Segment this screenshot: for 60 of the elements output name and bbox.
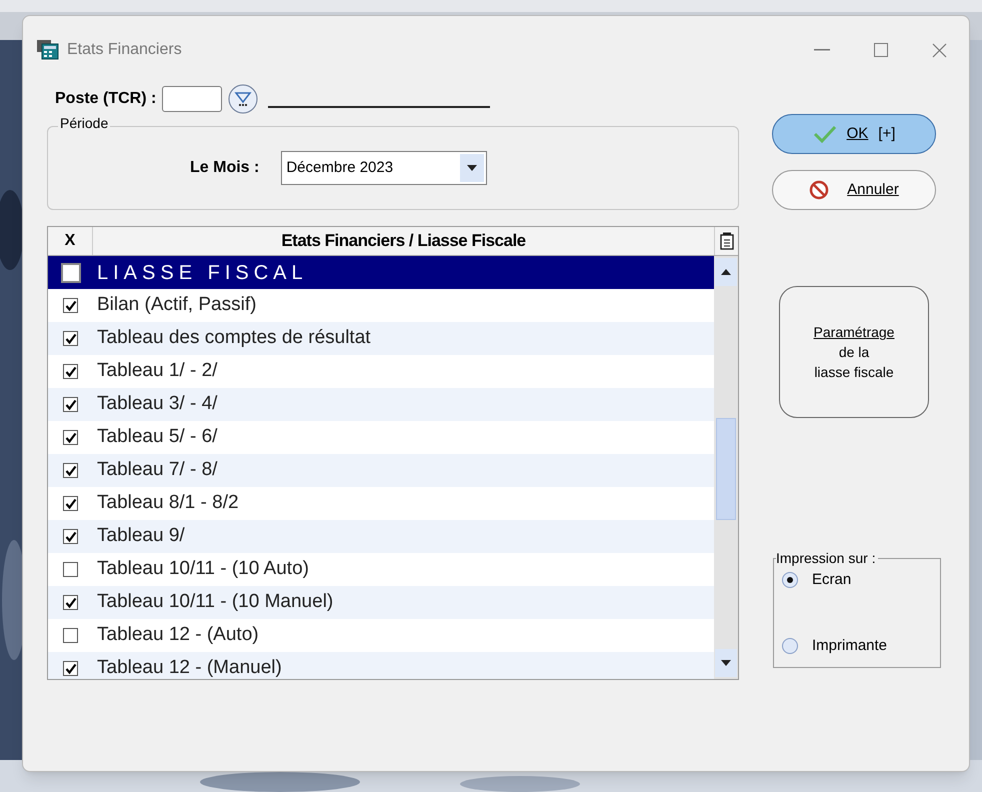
report-label: Tableau 5/ - 6/ [96, 425, 218, 450]
radio-button[interactable] [782, 572, 798, 588]
report-label: Tableau 9/ [96, 524, 185, 548]
mois-label: Le Mois : [190, 158, 260, 178]
report-row[interactable]: Tableau 3/ - 4/ [48, 388, 714, 421]
report-label: Tableau 3/ - 4/ [96, 392, 218, 416]
dropdown-arrow-icon [467, 165, 478, 171]
report-label: Tableau 10/11 - (10 Manuel) [96, 590, 334, 614]
group-row[interactable]: LIASSE FISCAL [48, 256, 714, 289]
radio-option[interactable]: Ecran [782, 569, 940, 592]
report-label: Tableau des comptes de résultat [96, 326, 371, 350]
check-icon [812, 125, 837, 143]
scroll-thumb[interactable] [716, 418, 736, 520]
report-row[interactable]: Tableau 12 - (Manuel) [48, 652, 714, 679]
mois-dropdown[interactable]: Décembre 2023 [281, 151, 488, 185]
checkbox[interactable] [63, 298, 78, 313]
group-label: LIASSE FISCAL [96, 260, 308, 286]
scroll-up-icon[interactable] [721, 269, 731, 275]
poste-label: Poste (TCR) : [55, 89, 156, 109]
report-row[interactable]: Tableau 9/ [48, 520, 714, 553]
column-header: Etats Financiers / Liasse Fiscale [280, 230, 527, 252]
column-picker-icon[interactable] [720, 232, 734, 250]
checkbox[interactable] [63, 661, 78, 676]
checkbox[interactable] [63, 397, 78, 412]
scroll-down-icon[interactable] [721, 660, 731, 666]
report-label: Tableau 12 - (Manuel) [96, 656, 282, 679]
cancel-button[interactable]: Annuler [772, 170, 936, 210]
report-label: Tableau 12 - (Auto) [96, 623, 259, 648]
report-row[interactable]: Tableau 7/ - 8/ [48, 454, 714, 487]
calculator-icon [37, 40, 59, 60]
poste-field[interactable] [162, 86, 222, 112]
filter-icon[interactable] [228, 84, 258, 114]
checkbox[interactable] [63, 430, 78, 445]
report-label: Tableau 7/ - 8/ [96, 458, 218, 482]
checkbox[interactable] [60, 262, 80, 282]
prohibited-icon [809, 180, 830, 200]
radio-option[interactable]: Imprimante [782, 634, 940, 657]
maximize-icon[interactable] [874, 43, 888, 57]
parametrage-button[interactable]: Paramétrage de la liasse fiscale [779, 286, 929, 418]
report-label: Tableau 10/11 - (10 Auto) [96, 557, 309, 582]
checkbox[interactable] [63, 595, 78, 610]
ok-button[interactable]: OK [+] [772, 114, 936, 154]
scrollbar[interactable] [714, 256, 738, 679]
checkbox[interactable] [63, 562, 78, 577]
radio-button[interactable] [782, 638, 798, 654]
checkbox[interactable] [63, 628, 78, 643]
report-label: Tableau 1/ - 2/ [96, 359, 218, 384]
checkbox[interactable] [63, 331, 78, 346]
column-header: X [48, 227, 93, 255]
window-title: Etats Financiers [67, 40, 182, 60]
report-label: Tableau 8/1 - 8/2 [96, 491, 239, 516]
report-row[interactable]: Tableau 10/11 - (10 Manuel) [48, 586, 714, 619]
checkbox[interactable] [63, 463, 78, 478]
close-icon[interactable] [932, 42, 947, 58]
checkbox[interactable] [63, 496, 78, 511]
report-row[interactable]: Tableau des comptes de résultat [48, 322, 714, 355]
report-label: Bilan (Actif, Passif) [96, 293, 256, 318]
checkbox[interactable] [63, 529, 78, 544]
checkbox[interactable] [63, 364, 78, 379]
minimize-icon[interactable] [814, 49, 830, 51]
